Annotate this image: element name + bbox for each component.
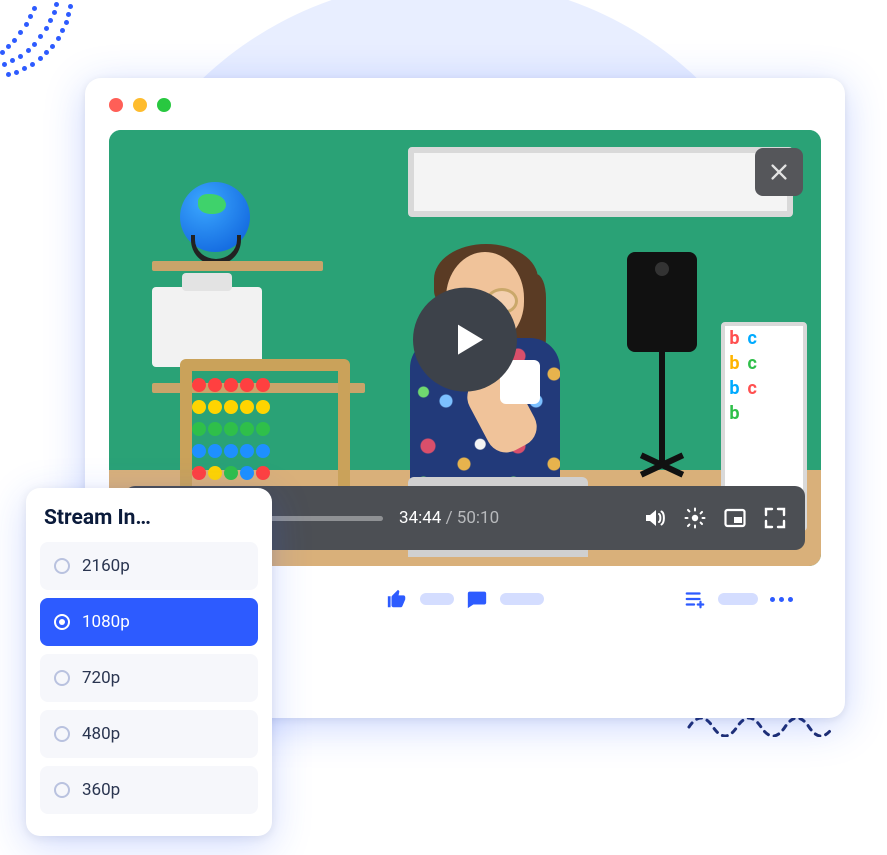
quality-option-label: 480p xyxy=(82,724,120,744)
close-button[interactable] xyxy=(755,148,803,196)
play-icon xyxy=(448,320,488,360)
quality-option-label: 720p xyxy=(82,668,120,688)
quality-option-480p[interactable]: 480p xyxy=(40,710,258,758)
quality-option-720p[interactable]: 720p xyxy=(40,654,258,702)
like-button[interactable] xyxy=(386,588,408,610)
radio-icon xyxy=(54,782,70,798)
volume-button[interactable] xyxy=(643,506,667,530)
radio-icon xyxy=(54,726,70,742)
radio-icon xyxy=(54,614,70,630)
add-playlist-button[interactable] xyxy=(684,588,706,610)
quality-option-360p[interactable]: 360p xyxy=(40,766,258,814)
window-minimize-icon[interactable] xyxy=(133,98,147,112)
play-button[interactable] xyxy=(413,288,517,392)
quality-option-label: 2160p xyxy=(82,556,130,576)
window-controls xyxy=(109,98,821,112)
gear-icon xyxy=(683,506,707,530)
quality-option-2160p[interactable]: 2160p xyxy=(40,542,258,590)
volume-icon xyxy=(643,506,667,530)
decorative-dots xyxy=(0,0,90,90)
settings-button[interactable] xyxy=(683,506,707,530)
quality-option-label: 360p xyxy=(82,780,120,800)
quality-option-label: 1080p xyxy=(82,612,130,632)
window-zoom-icon[interactable] xyxy=(157,98,171,112)
radio-icon xyxy=(54,670,70,686)
comment-button[interactable] xyxy=(466,588,488,610)
pip-button[interactable] xyxy=(723,506,747,530)
fullscreen-icon xyxy=(763,506,787,530)
quality-option-1080p[interactable]: 1080p xyxy=(40,598,258,646)
like-count-skeleton xyxy=(420,593,454,605)
thumbs-up-icon xyxy=(386,588,408,610)
quality-panel: Stream In… 2160p 1080p 720p 480p 360p xyxy=(26,488,272,836)
window-close-icon[interactable] xyxy=(109,98,123,112)
comment-icon xyxy=(466,588,488,610)
fullscreen-button[interactable] xyxy=(763,506,787,530)
close-icon xyxy=(768,161,790,183)
quality-panel-title: Stream In… xyxy=(40,506,258,530)
playlist-label-skeleton xyxy=(718,593,758,605)
duration: 50:10 xyxy=(457,508,499,528)
radio-icon xyxy=(54,558,70,574)
current-time: 34:44 xyxy=(399,508,441,528)
pip-icon xyxy=(723,506,747,530)
comment-count-skeleton xyxy=(500,593,544,605)
playlist-add-icon xyxy=(684,588,706,610)
time-display: 34:44 / 50:10 xyxy=(399,508,499,528)
more-button[interactable] xyxy=(770,597,793,602)
